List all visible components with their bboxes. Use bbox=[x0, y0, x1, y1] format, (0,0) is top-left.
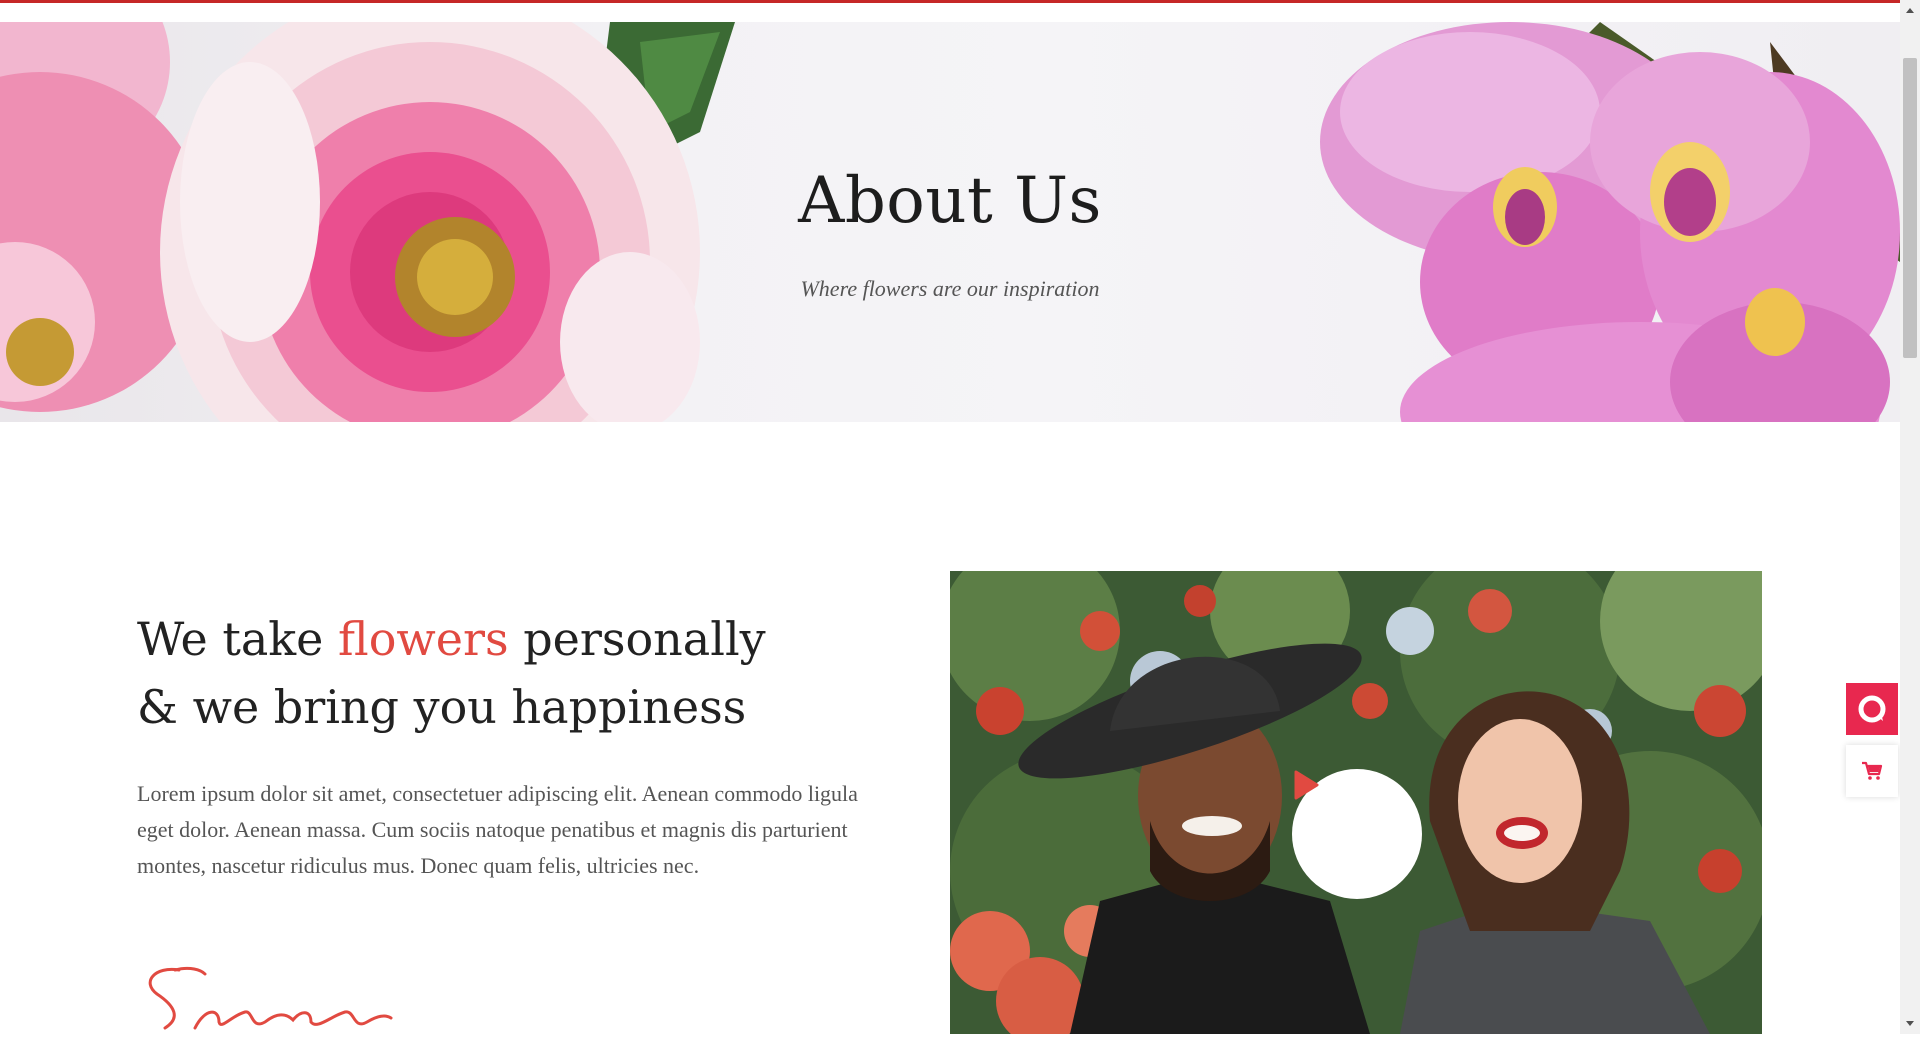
intro-heading: We take flowers personally & we bring yo… bbox=[137, 605, 837, 741]
heading-accent-word: flowers bbox=[338, 612, 509, 666]
cart-icon bbox=[1862, 761, 1883, 780]
page-subtitle: Where flowers are our inspiration bbox=[800, 276, 1100, 301]
heading-part1: We take bbox=[137, 612, 339, 666]
hero-banner: About Us Where flowers are our inspirati… bbox=[0, 22, 1900, 422]
play-button[interactable] bbox=[1292, 769, 1422, 899]
page-title: About Us bbox=[798, 164, 1102, 238]
signature bbox=[135, 960, 395, 1038]
scroll-thumb[interactable] bbox=[1903, 58, 1917, 358]
intro-body: Lorem ipsum dolor sit amet, consectetuer… bbox=[137, 781, 858, 878]
scroll-up-button[interactable] bbox=[1900, 0, 1920, 20]
arrow-up-icon bbox=[1906, 8, 1914, 13]
page-scrollbar[interactable] bbox=[1900, 0, 1920, 1034]
signature-image bbox=[148, 966, 393, 1030]
arrow-down-icon bbox=[1906, 1021, 1914, 1026]
scroll-down-button[interactable] bbox=[1900, 1014, 1920, 1034]
play-icon bbox=[1294, 770, 1319, 800]
video-thumbnail[interactable] bbox=[950, 571, 1762, 1034]
chat-bubble-icon bbox=[1858, 695, 1886, 723]
top-gap bbox=[0, 3, 1900, 22]
chat-button[interactable] bbox=[1846, 683, 1898, 735]
heading-line2: & we bring you happiness bbox=[137, 680, 747, 734]
cart-button[interactable] bbox=[1846, 745, 1898, 797]
heading-part2: personally bbox=[508, 612, 766, 666]
